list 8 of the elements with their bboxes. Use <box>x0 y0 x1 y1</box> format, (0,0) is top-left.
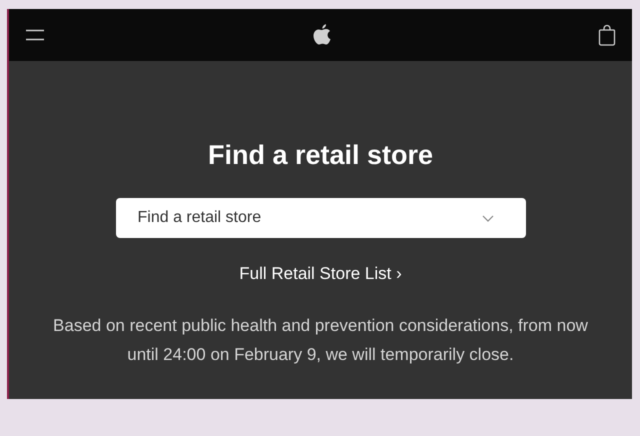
store-list-link[interactable]: Full Retail Store List › <box>239 263 402 285</box>
closure-notice: Based on recent public health and prevention considerations, from now until 24:00 on February 9, we will temporarily close. <box>52 315 589 366</box>
apple-logo-icon[interactable] <box>312 23 332 47</box>
page-title: Find a retail store <box>208 139 434 172</box>
chevron-down-icon <box>482 214 494 222</box>
store-dropdown[interactable]: Find a retail store <box>116 198 526 238</box>
menu-icon[interactable] <box>25 29 45 41</box>
shopping-bag-icon[interactable] <box>598 24 616 46</box>
